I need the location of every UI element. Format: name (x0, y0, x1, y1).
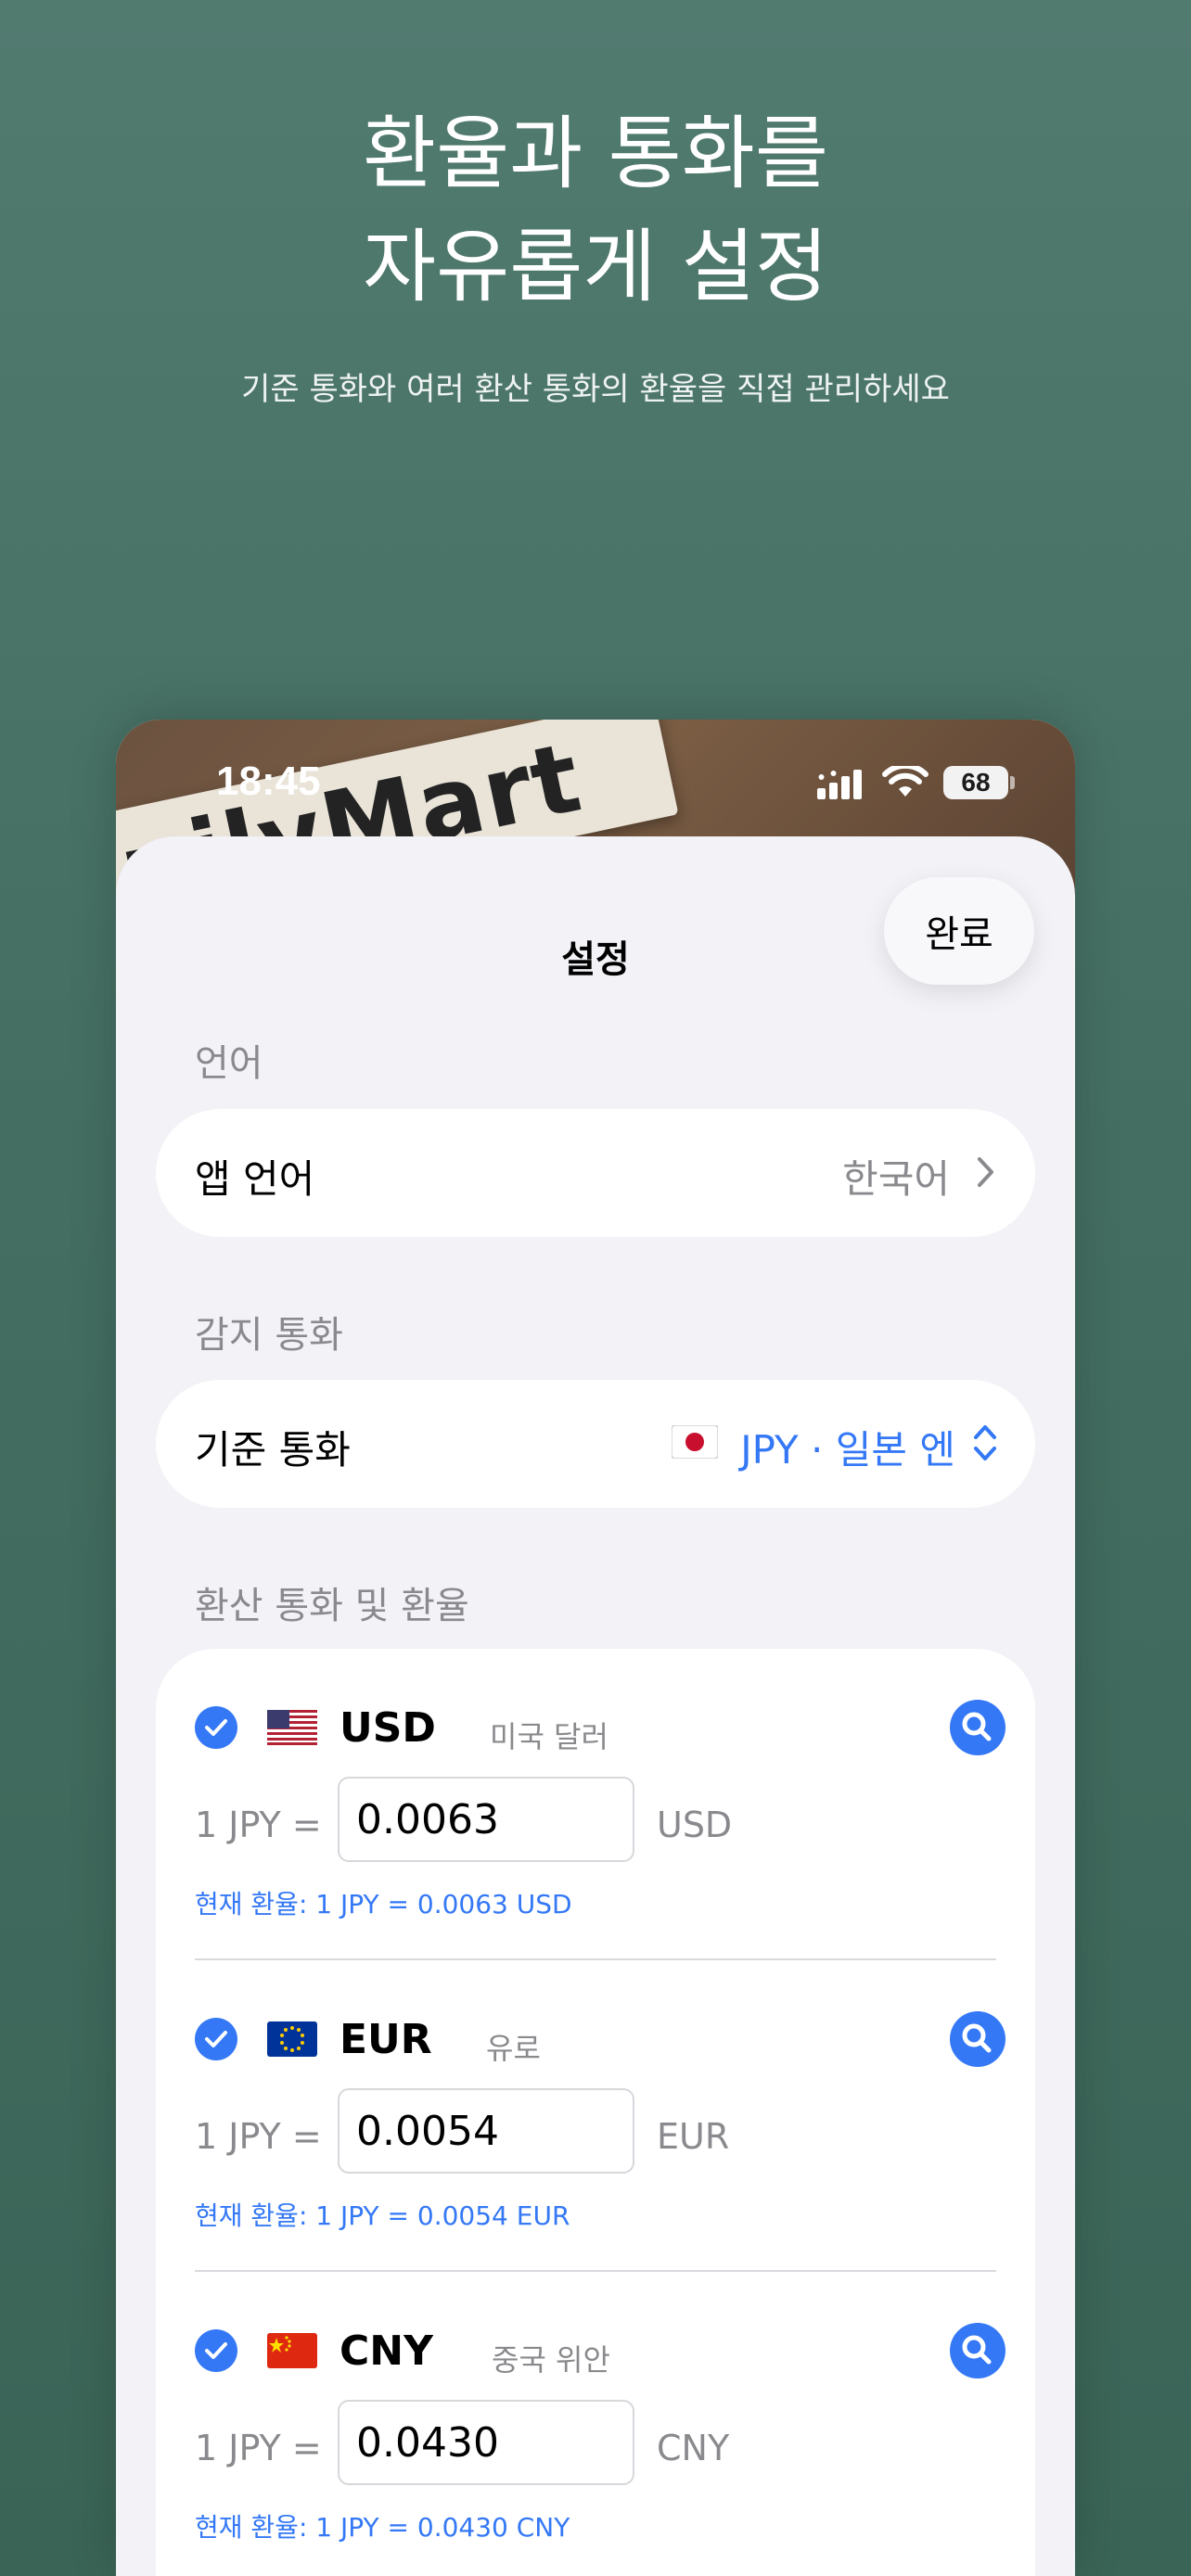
phone-screen: pilyMart 18:45 68 설정 완료 언어 앱 언어 한국어 감지 통… (116, 720, 1075, 2576)
current-rate-text: 현재 환율: 1 JPY = 0.0054 EUR (195, 2200, 570, 2231)
us-flag-icon (267, 1710, 317, 1745)
rate-unit: EUR (657, 2116, 730, 2157)
eu-flag-icon (267, 2021, 317, 2057)
status-time: 18:45 (216, 759, 321, 804)
search-icon (962, 2023, 992, 2053)
search-icon (962, 2335, 992, 2365)
app-language-value: 한국어 (842, 1156, 950, 1202)
app-language-row[interactable]: 앱 언어 한국어 (156, 1109, 1035, 1237)
base-currency-value: JPY · 일본 엔 (740, 1427, 955, 1473)
checkmark-icon[interactable] (195, 2018, 237, 2060)
rate-prefix: 1 JPY = (195, 2428, 322, 2468)
promo-headline: 환율과 통화를 자유롭게 설정 (0, 97, 1191, 324)
conversion-currency-list: USD 미국 달러 1 JPY = USD 현재 환율: 1 JPY = 0.0… (156, 1649, 1035, 2576)
rate-unit: CNY (657, 2428, 730, 2468)
list-item: CNY 중국 위안 1 JPY = CNY 현재 환율: 1 JPY = 0.0… (156, 2272, 1035, 2576)
base-currency-label: 기준 통화 (195, 1427, 351, 1473)
cellular-signal-icon (817, 770, 862, 799)
search-rate-button[interactable] (950, 2323, 1005, 2378)
currency-code: EUR (339, 2016, 432, 2063)
chevron-right-icon (978, 1157, 993, 1187)
detect-section-header: 감지 통화 (195, 1314, 343, 1357)
checkmark-icon[interactable] (195, 1706, 237, 1749)
currency-name: 미국 달러 (490, 1719, 608, 1754)
rate-prefix: 1 JPY = (195, 2116, 322, 2157)
chevron-up-down-icon (974, 1425, 996, 1460)
search-rate-button[interactable] (950, 1700, 1005, 1755)
currency-code: CNY (339, 2327, 433, 2375)
promo-title-line1: 환율과 통화를 (362, 108, 829, 200)
settings-sheet: 설정 완료 언어 앱 언어 한국어 감지 통화 기준 통화 JPY · 일본 엔… (116, 836, 1075, 2576)
base-currency-row[interactable]: 기준 통화 JPY · 일본 엔 (156, 1380, 1035, 1508)
checkmark-icon[interactable] (195, 2329, 237, 2372)
promo-title-line2: 자유롭게 설정 (362, 221, 829, 313)
china-flag-icon (267, 2333, 317, 2368)
battery-tip (1010, 776, 1015, 789)
currency-name: 중국 위안 (492, 2342, 610, 2378)
rate-input[interactable] (338, 1777, 634, 1862)
search-rate-button[interactable] (950, 2011, 1005, 2067)
promo-subtitle: 기준 통화와 여러 환산 통화의 환율을 직접 관리하세요 (241, 371, 950, 408)
battery-icon: 68 (943, 766, 1008, 799)
rate-unit: USD (657, 1804, 733, 1845)
current-rate-text: 현재 환율: 1 JPY = 0.0063 USD (195, 1889, 572, 1919)
conversion-section-header: 환산 통화 및 환율 (195, 1585, 469, 1627)
list-item: EUR 유로 1 JPY = EUR 현재 환율: 1 JPY = 0.0054… (156, 1960, 1035, 2272)
language-section-header: 언어 (195, 1042, 263, 1085)
currency-code: USD (339, 1704, 436, 1752)
app-language-label: 앱 언어 (195, 1156, 315, 1202)
search-icon (962, 1712, 992, 1741)
current-rate-text: 현재 환율: 1 JPY = 0.0430 CNY (195, 2512, 570, 2543)
rate-input[interactable] (338, 2088, 634, 2174)
rate-prefix: 1 JPY = (195, 1804, 322, 1845)
japan-flag-icon (672, 1425, 718, 1459)
list-item: USD 미국 달러 1 JPY = USD 현재 환율: 1 JPY = 0.0… (156, 1649, 1035, 1960)
rate-input[interactable] (338, 2400, 634, 2485)
currency-name: 유로 (486, 2031, 541, 2066)
wifi-icon (882, 766, 928, 797)
done-button[interactable]: 완료 (884, 877, 1034, 985)
status-bar: 18:45 68 (116, 720, 1075, 840)
